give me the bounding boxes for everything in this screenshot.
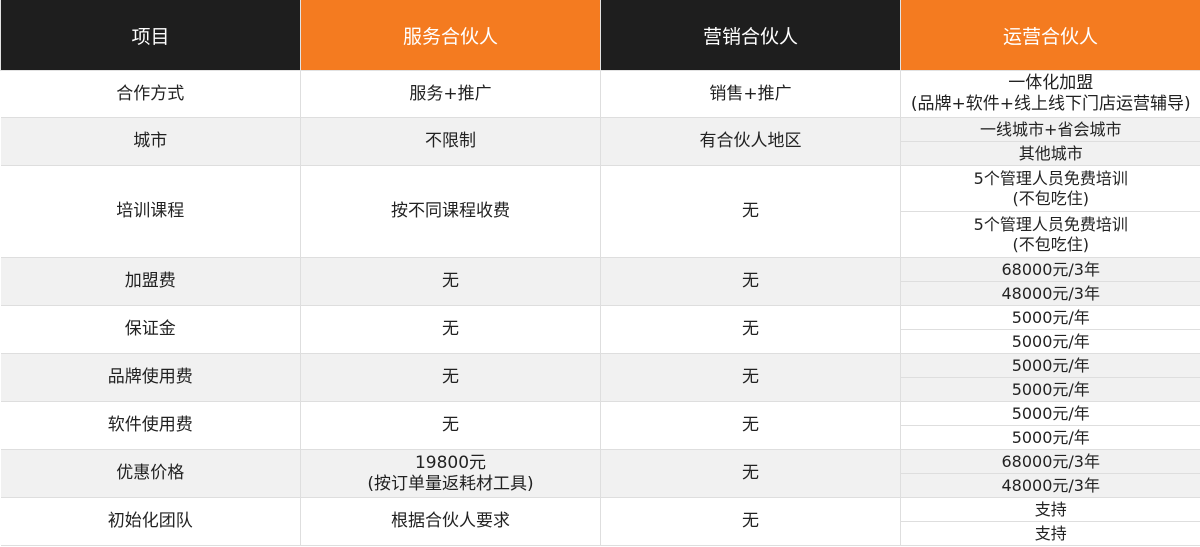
header-operation-partner: 运营合伙人 <box>900 0 1200 71</box>
table-row-brand-fee: 品牌使用费 无 无 5000元/年 <box>0 353 1200 402</box>
table-row-software-fee: 软件使用费 无 无 5000元/年 <box>0 401 1200 450</box>
cell-brand-fee-operation-b: 5000元/年 <box>900 377 1200 402</box>
table-row-deposit: 保证金 无 无 5000元/年 <box>0 305 1200 354</box>
table-row-franchise-fee: 加盟费 无 无 68000元/3年 <box>0 257 1200 306</box>
row-label-software-fee: 软件使用费 <box>0 401 301 450</box>
cell-discount-service-line2: (按订单量返耗材工具) <box>367 473 534 494</box>
cell-software-fee-operation-a: 5000元/年 <box>900 401 1200 426</box>
cell-discount-operation-b: 48000元/3年 <box>900 473 1200 498</box>
cell-coop-service: 服务+推广 <box>300 70 601 118</box>
table-row-team: 初始化团队 根据合伙人要求 无 支持 <box>0 497 1200 546</box>
cell-software-fee-operation-b: 5000元/年 <box>900 425 1200 450</box>
header-item: 项目 <box>0 0 301 71</box>
cell-coop-operation-line1: 一体化加盟 <box>1008 73 1094 93</box>
cell-team-service: 根据合伙人要求 <box>300 497 601 546</box>
cell-discount-operation-a: 68000元/3年 <box>900 449 1200 474</box>
row-label-team: 初始化团队 <box>0 497 301 546</box>
cell-coop-operation: 一体化加盟 (品牌+软件+线上线下门店运营辅导) <box>900 70 1200 118</box>
partner-comparison-table: 项目 服务合伙人 营销合伙人 运营合伙人 合作方式 服务+推广 销售+推广 一体… <box>0 0 1200 546</box>
cell-team-operation-a: 支持 <box>900 497 1200 522</box>
table-header-row: 项目 服务合伙人 营销合伙人 运营合伙人 <box>0 0 1200 71</box>
cell-training-operation-b: 5个管理人员免费培训 (不包吃住) <box>900 211 1200 258</box>
cell-coop-marketing: 销售+推广 <box>600 70 901 118</box>
cell-training-operation-b-line2: (不包吃住) <box>1012 234 1090 254</box>
header-marketing-partner: 营销合伙人 <box>600 0 901 71</box>
cell-discount-service-line1: 19800元 <box>414 452 487 473</box>
cell-training-operation-a-line1: 5个管理人员免费培训 <box>973 168 1128 188</box>
cell-team-marketing: 无 <box>600 497 901 546</box>
cell-franchise-fee-marketing: 无 <box>600 257 901 306</box>
cell-franchise-fee-operation-b: 48000元/3年 <box>900 281 1200 306</box>
cell-deposit-marketing: 无 <box>600 305 901 354</box>
table-row-discount: 优惠价格 19800元 (按订单量返耗材工具) 无 68000元/3年 <box>0 449 1200 498</box>
row-label-training: 培训课程 <box>0 165 301 258</box>
table-row-city: 城市 不限制 有合伙人地区 一线城市+省会城市 <box>0 117 1200 166</box>
cell-team-operation-b: 支持 <box>900 521 1200 546</box>
row-label-city: 城市 <box>0 117 301 166</box>
cell-coop-operation-line2: (品牌+软件+线上线下门店运营辅导) <box>910 94 1191 114</box>
cell-deposit-operation-a: 5000元/年 <box>900 305 1200 330</box>
cell-discount-marketing: 无 <box>600 449 901 498</box>
cell-city-operation-a: 一线城市+省会城市 <box>900 117 1200 142</box>
row-label-franchise-fee: 加盟费 <box>0 257 301 306</box>
cell-training-operation-b-line1: 5个管理人员免费培训 <box>973 214 1128 234</box>
cell-training-service: 按不同课程收费 <box>300 165 601 258</box>
cell-brand-fee-operation-a: 5000元/年 <box>900 353 1200 378</box>
table-row-coop: 合作方式 服务+推广 销售+推广 一体化加盟 (品牌+软件+线上线下门店运营辅导) <box>0 70 1200 118</box>
cell-franchise-fee-service: 无 <box>300 257 601 306</box>
header-service-partner: 服务合伙人 <box>300 0 601 71</box>
table-row-training: 培训课程 按不同课程收费 无 5个管理人员免费培训 (不包吃住) <box>0 165 1200 258</box>
cell-software-fee-marketing: 无 <box>600 401 901 450</box>
cell-city-marketing: 有合伙人地区 <box>600 117 901 166</box>
row-label-brand-fee: 品牌使用费 <box>0 353 301 402</box>
cell-city-service: 不限制 <box>300 117 601 166</box>
cell-city-operation-b: 其他城市 <box>900 141 1200 166</box>
cell-training-operation-a: 5个管理人员免费培训 (不包吃住) <box>900 165 1200 212</box>
row-label-discount: 优惠价格 <box>0 449 301 498</box>
cell-brand-fee-marketing: 无 <box>600 353 901 402</box>
row-label-coop: 合作方式 <box>0 70 301 118</box>
cell-deposit-service: 无 <box>300 305 601 354</box>
cell-deposit-operation-b: 5000元/年 <box>900 329 1200 354</box>
row-label-deposit: 保证金 <box>0 305 301 354</box>
cell-discount-service: 19800元 (按订单量返耗材工具) <box>300 449 601 498</box>
cell-training-operation-a-line2: (不包吃住) <box>1012 188 1090 208</box>
cell-software-fee-service: 无 <box>300 401 601 450</box>
cell-training-marketing: 无 <box>600 165 901 258</box>
cell-brand-fee-service: 无 <box>300 353 601 402</box>
cell-franchise-fee-operation-a: 68000元/3年 <box>900 257 1200 282</box>
